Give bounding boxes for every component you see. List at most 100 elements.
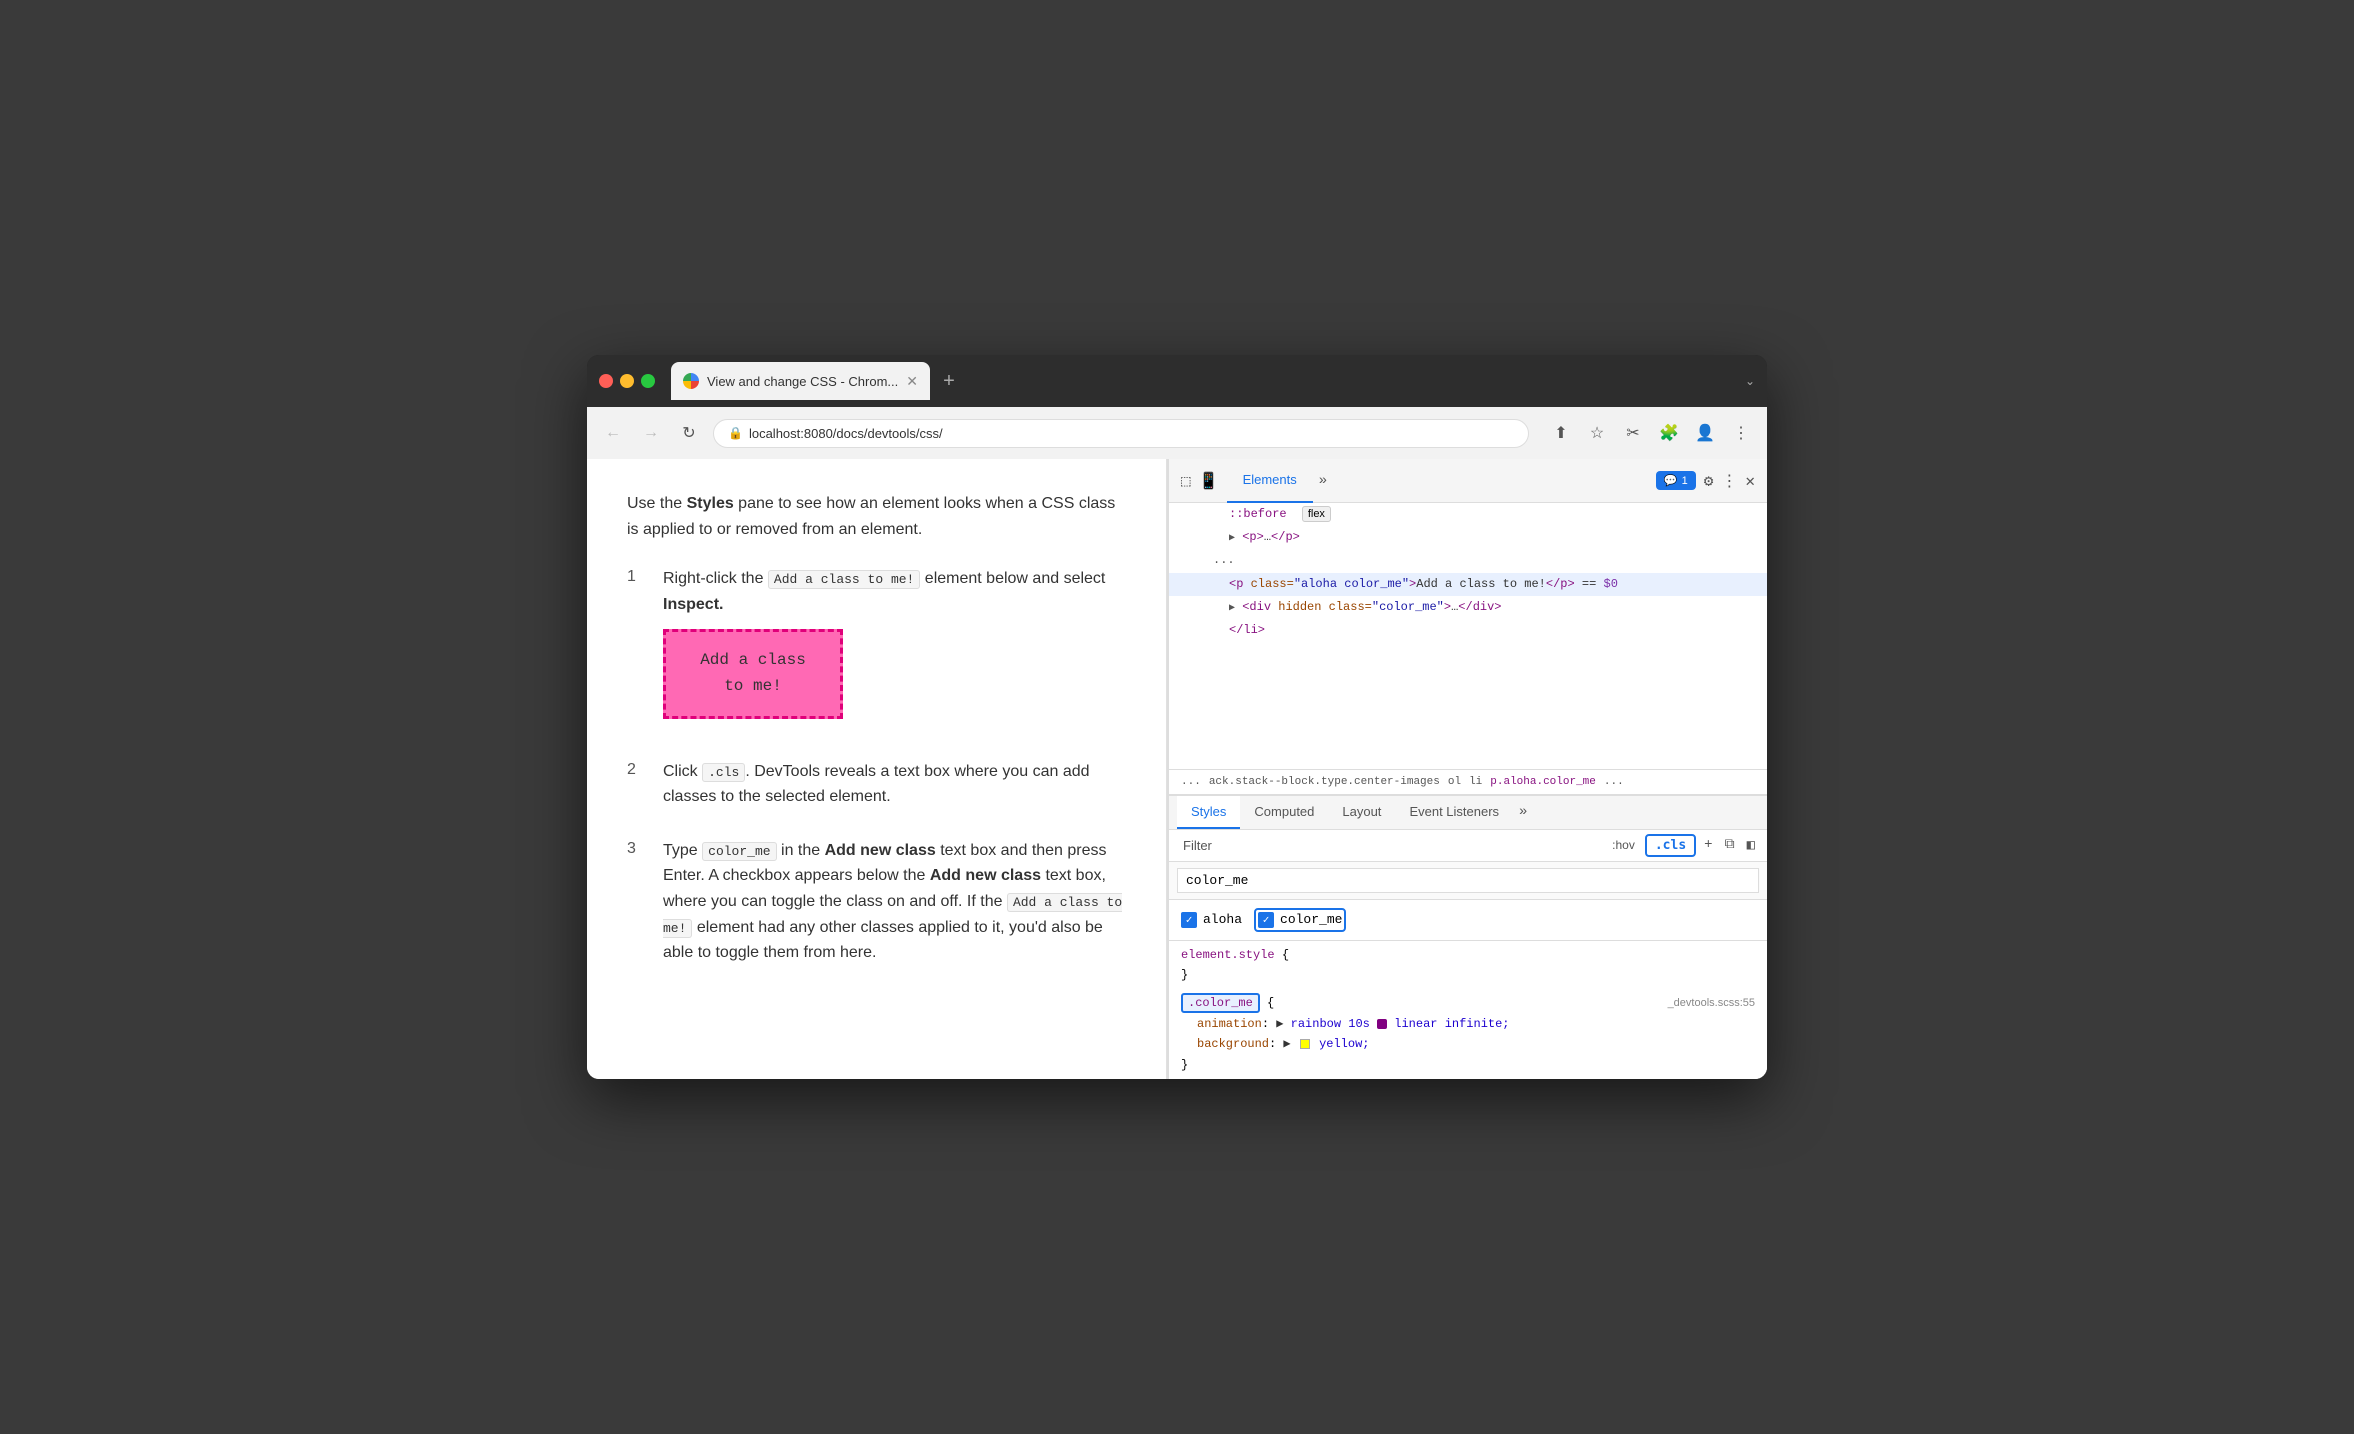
checkbox-color-me-check[interactable]: ✓ <box>1258 912 1274 928</box>
settings-icon[interactable]: ⚙ <box>1704 471 1714 491</box>
styles-tab-computed[interactable]: Computed <box>1240 796 1328 829</box>
devtools-actions: 💬 1 ⚙ ⋮ ✕ <box>1656 471 1755 491</box>
title-bar: View and change CSS - Chrom... ✕ + ⌄ <box>587 355 1767 407</box>
address-input[interactable]: 🔒 localhost:8080/docs/devtools/css/ <box>713 419 1529 448</box>
step-number-3: 3 <box>627 840 647 858</box>
breadcrumb-dots[interactable]: ... <box>1181 776 1201 788</box>
checkbox-aloha-label: aloha <box>1203 912 1242 927</box>
step-content-1: Right-click the Add a class to me! eleme… <box>663 566 1126 730</box>
close-devtools-icon[interactable]: ✕ <box>1745 471 1755 491</box>
breadcrumb-ol[interactable]: ol <box>1448 776 1461 788</box>
copy-style-icon[interactable]: ⧉ <box>1721 835 1739 855</box>
traffic-lights <box>599 374 655 388</box>
css-source: _devtools.scss:55 <box>1668 994 1755 1013</box>
step-number-1: 1 <box>627 568 647 586</box>
breadcrumb-bar: ... ack.stack--block.type.center-images … <box>1169 769 1767 795</box>
checkbox-color-me-wrapper: ✓ color_me <box>1254 908 1346 932</box>
html-dots: ... <box>1169 549 1767 572</box>
browser-window: View and change CSS - Chrom... ✕ + ⌄ ← →… <box>587 355 1767 1079</box>
expand-icon-2[interactable] <box>1229 598 1235 617</box>
add-class-demo-button[interactable]: Add a class to me! <box>663 629 843 718</box>
device-icon[interactable]: 📱 <box>1199 471 1219 491</box>
styles-tabs-more[interactable]: » <box>1513 800 1533 824</box>
forward-button[interactable]: → <box>637 419 665 447</box>
new-tab-button[interactable]: + <box>934 366 964 396</box>
filter-bar: Filter :hov .cls + ⧉ ◧ <box>1169 830 1767 862</box>
cls-button[interactable]: .cls <box>1645 834 1696 857</box>
html-li-close: </li> <box>1169 619 1767 642</box>
bookmark-icon[interactable]: ☆ <box>1583 419 1611 447</box>
devtools-tabs-more[interactable]: » <box>1313 469 1333 493</box>
step-list: 1 Right-click the Add a class to me! ele… <box>627 566 1126 966</box>
styles-tabs: Styles Computed Layout Event Listeners » <box>1169 796 1767 830</box>
html-before-line: ::before flex <box>1169 503 1767 526</box>
profile-icon[interactable]: 👤 <box>1691 419 1719 447</box>
html-p-selected[interactable]: <p class="aloha color_me">Add a class to… <box>1169 573 1767 596</box>
inline-code-cls: .cls <box>702 763 745 782</box>
cursor-icon[interactable]: ⬚ <box>1181 471 1191 491</box>
main-content: Use the Styles pane to see how an elemen… <box>587 459 1767 1079</box>
step-item-1: 1 Right-click the Add a class to me! ele… <box>627 566 1126 730</box>
background-color-swatch <box>1300 1039 1310 1049</box>
devtools-tabs: Elements » <box>1227 459 1648 503</box>
close-window-button[interactable] <box>599 374 613 388</box>
extensions-icon[interactable]: 🧩 <box>1655 419 1683 447</box>
toolbar-icons: ⬆ ☆ ✂ 🧩 👤 ⋮ <box>1547 419 1755 447</box>
minimize-window-button[interactable] <box>620 374 634 388</box>
tab-close-button[interactable]: ✕ <box>906 373 918 390</box>
elements-panel: ::before flex <p>…</p> ... <p class="alo… <box>1169 503 1767 769</box>
intro-text: Use the Styles pane to see how an elemen… <box>627 491 1126 542</box>
more-icon[interactable]: ⋮ <box>1721 471 1737 491</box>
styles-panel: Styles Computed Layout Event Listeners »… <box>1169 795 1767 1079</box>
address-text: localhost:8080/docs/devtools/css/ <box>749 426 943 441</box>
inline-code-add-class: Add a class to me! <box>663 893 1122 938</box>
css-rule-element-style: element.style { } <box>1169 941 1767 990</box>
checkbox-aloha-check[interactable]: ✓ <box>1181 912 1197 928</box>
tab-overflow-button[interactable]: ⌄ <box>1745 374 1755 388</box>
devtools-pane: ⬚ 📱 Elements » 💬 1 ⚙ ⋮ ✕ <box>1167 459 1767 1079</box>
step-number-2: 2 <box>627 761 647 779</box>
breadcrumb-li[interactable]: li <box>1469 776 1482 788</box>
hov-button[interactable]: :hov <box>1606 836 1641 854</box>
lock-icon: 🔒 <box>728 426 743 440</box>
checkbox-color-me: ✓ color_me <box>1258 912 1342 928</box>
add-property-icon[interactable]: + <box>1700 835 1716 855</box>
animation-color-swatch <box>1377 1019 1387 1029</box>
breadcrumb-more[interactable]: ... <box>1604 776 1624 788</box>
tab-elements[interactable]: Elements <box>1227 459 1313 503</box>
maximize-window-button[interactable] <box>641 374 655 388</box>
toggle-icon[interactable]: ◧ <box>1743 835 1759 856</box>
selector-color-me: .color_me <box>1181 993 1260 1013</box>
share-icon[interactable]: ⬆ <box>1547 419 1575 447</box>
html-p-collapsed: <p>…</p> <box>1169 526 1767 549</box>
tab-title: View and change CSS - Chrom... <box>707 374 898 389</box>
filter-actions: :hov .cls + ⧉ ◧ <box>1606 834 1759 857</box>
expand-icon[interactable] <box>1229 528 1235 547</box>
checkbox-color-me-label: color_me <box>1280 912 1342 927</box>
tab-favicon <box>683 373 699 389</box>
checkbox-aloha: ✓ aloha <box>1181 912 1242 928</box>
styles-tab-layout[interactable]: Layout <box>1328 796 1395 829</box>
breadcrumb-p[interactable]: p.aloha.color_me <box>1490 776 1596 788</box>
html-div-collapsed: <div hidden class="color_me">…</div> <box>1169 596 1767 619</box>
class-checkboxes: ✓ aloha ✓ color_me <box>1169 900 1767 941</box>
active-tab[interactable]: View and change CSS - Chrom... ✕ <box>671 362 930 400</box>
doc-pane: Use the Styles pane to see how an elemen… <box>587 459 1167 1079</box>
tab-bar: View and change CSS - Chrom... ✕ + ⌄ <box>671 362 1755 400</box>
class-input-area <box>1169 862 1767 900</box>
step-content-3: Type color_me in the Add new class text … <box>663 838 1126 966</box>
inline-code-color-me: color_me <box>702 842 776 861</box>
chat-badge[interactable]: 💬 1 <box>1656 471 1696 490</box>
address-bar: ← → ↻ 🔒 localhost:8080/docs/devtools/css… <box>587 407 1767 459</box>
reload-button[interactable]: ↻ <box>675 419 703 447</box>
devtools-header: ⬚ 📱 Elements » 💬 1 ⚙ ⋮ ✕ <box>1169 459 1767 503</box>
cut-icon[interactable]: ✂ <box>1619 419 1647 447</box>
filter-input[interactable]: Filter <box>1177 836 1598 855</box>
class-input-field[interactable] <box>1177 868 1759 893</box>
menu-icon[interactable]: ⋮ <box>1727 419 1755 447</box>
styles-tab-event-listeners[interactable]: Event Listeners <box>1395 796 1513 829</box>
styles-tab-styles[interactable]: Styles <box>1177 796 1240 829</box>
back-button[interactable]: ← <box>599 419 627 447</box>
breadcrumb-block[interactable]: ack.stack--block.type.center-images <box>1209 776 1440 788</box>
step-item-2: 2 Click .cls. DevTools reveals a text bo… <box>627 759 1126 810</box>
